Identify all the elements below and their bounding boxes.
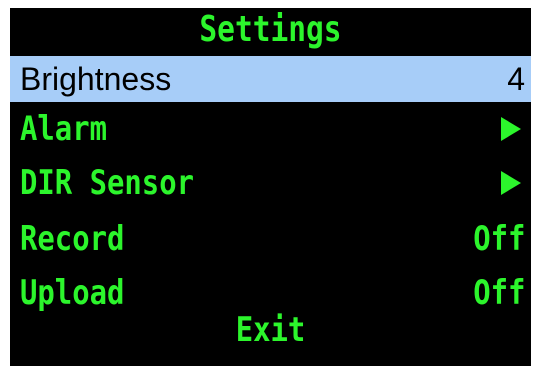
menu-item-label: DIR Sensor [20, 163, 194, 203]
play-arrow-icon [501, 117, 521, 141]
menu-item-label: Brightness [20, 61, 172, 97]
menu-item-record[interactable]: Record Off [10, 216, 531, 262]
menu-item-alarm[interactable]: Alarm [10, 106, 531, 152]
menu-item-label: Alarm [20, 109, 108, 149]
play-arrow-icon [501, 171, 521, 195]
menu-title: Settings [199, 9, 342, 50]
exit-button[interactable]: Exit [49, 310, 492, 350]
brightness-value: 4 [507, 61, 525, 97]
menu-item-brightness[interactable]: Brightness 4 [10, 56, 531, 102]
menu-item-label: Record [20, 219, 125, 259]
record-value: Off [472, 219, 525, 259]
menu-item-dir-sensor[interactable]: DIR Sensor [10, 160, 531, 206]
settings-screen: Settings Brightness 4 Alarm DIR Sensor R… [10, 8, 531, 366]
